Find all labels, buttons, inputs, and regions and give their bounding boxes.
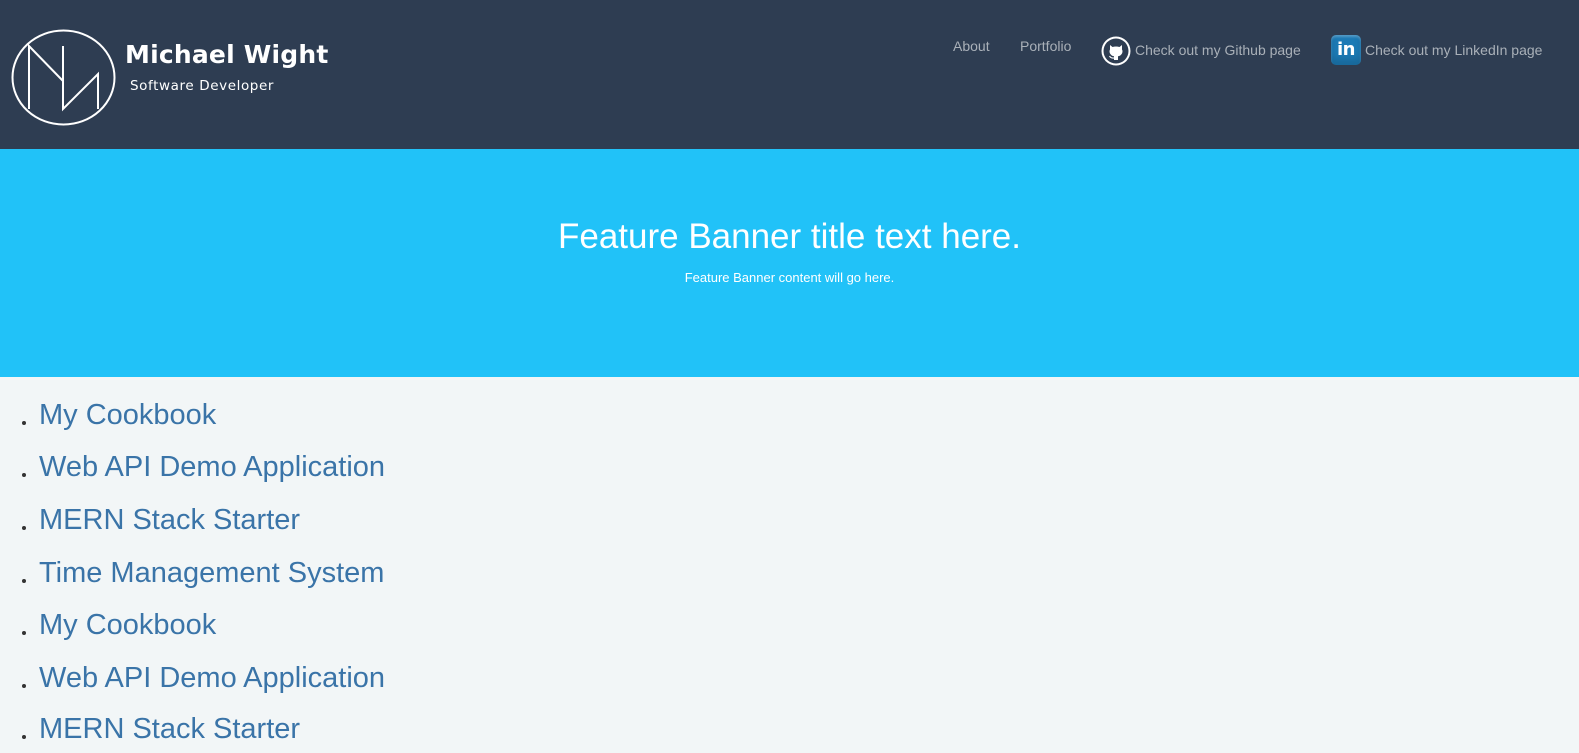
brand-name[interactable]: Michael Wight (125, 40, 329, 69)
nav-about-link[interactable]: About (953, 38, 990, 54)
list-item: My Cookbook (22, 609, 622, 649)
github-icon[interactable] (1101, 36, 1131, 66)
bullet-icon (22, 421, 26, 425)
mw-logo-icon[interactable] (11, 29, 116, 126)
list-item: MERN Stack Starter (22, 713, 622, 753)
project-link[interactable]: Time Management System (39, 557, 384, 590)
feature-banner: Feature Banner title text here. Feature … (0, 149, 1579, 377)
project-list: My Cookbook Web API Demo Application MER… (0, 377, 1579, 753)
project-link[interactable]: MERN Stack Starter (39, 713, 300, 746)
site-header: Michael Wight Software Developer About P… (0, 0, 1579, 149)
project-link[interactable]: Web API Demo Application (39, 451, 385, 484)
project-link[interactable]: MERN Stack Starter (39, 504, 300, 537)
linkedin-icon[interactable]: in (1331, 35, 1361, 65)
banner-content: Feature Banner content will go here. (684, 270, 895, 285)
list-item: Web API Demo Application (22, 451, 622, 491)
nav-github-link[interactable]: Check out my Github page (1135, 42, 1301, 58)
bullet-icon (22, 631, 26, 635)
list-item: My Cookbook (22, 399, 622, 439)
project-link[interactable]: My Cookbook (39, 399, 216, 432)
list-item: Web API Demo Application (22, 662, 622, 702)
list-item: MERN Stack Starter (22, 504, 622, 544)
bullet-icon (22, 526, 26, 530)
project-link[interactable]: My Cookbook (39, 609, 216, 642)
list-item: Time Management System (22, 557, 622, 597)
nav-portfolio-link[interactable]: Portfolio (1020, 38, 1071, 54)
nav-linkedin-link[interactable]: Check out my LinkedIn page (1365, 42, 1542, 58)
banner-title: Feature Banner title text here. (557, 217, 1022, 256)
brand-tagline: Software Developer (130, 78, 275, 94)
bullet-icon (22, 735, 26, 739)
project-link[interactable]: Web API Demo Application (39, 662, 385, 695)
bullet-icon (22, 684, 26, 688)
bullet-icon (22, 579, 26, 583)
bullet-icon (22, 473, 26, 477)
